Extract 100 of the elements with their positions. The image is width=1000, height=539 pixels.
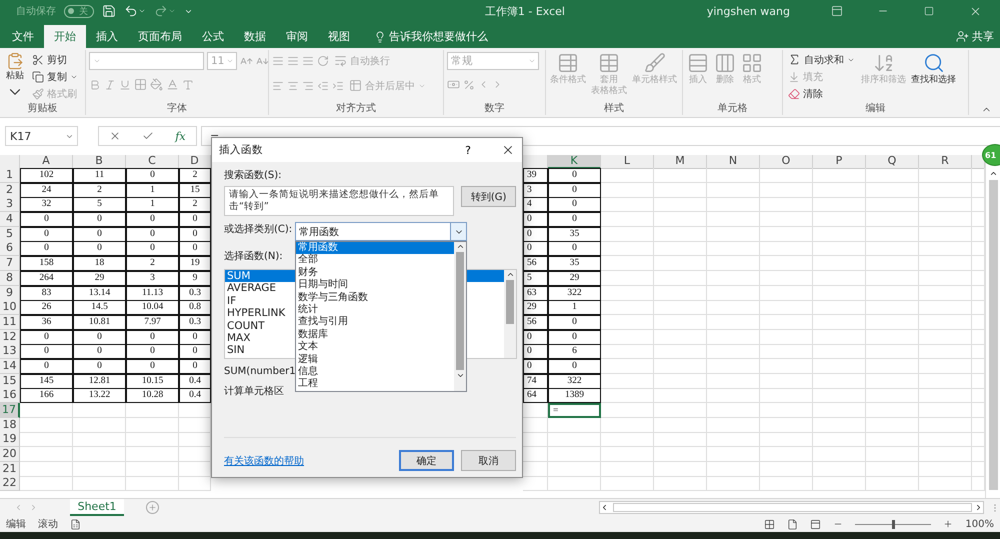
row-number[interactable]: 8 — [0, 270, 20, 286]
column-header[interactable]: N — [707, 155, 760, 169]
sheet-cell — [654, 182, 707, 198]
ribbon-tab[interactable]: 视图 — [318, 25, 360, 48]
ribbon-tab[interactable]: 审阅 — [276, 25, 318, 48]
dropdown-option[interactable]: 信息 — [296, 366, 454, 378]
cancel-button[interactable]: 取消 — [461, 450, 516, 471]
ribbon-tab[interactable]: 页面布局 — [128, 25, 192, 48]
sheet-tab[interactable]: Sheet1 — [70, 499, 124, 516]
ribbon-tab[interactable]: 公式 — [192, 25, 234, 48]
group-label: 对齐方式 — [335, 102, 377, 115]
dropdown-option[interactable]: 统计 — [296, 304, 454, 316]
insert-function-label[interactable]: fx — [175, 130, 186, 142]
ok-button[interactable]: 确定 — [399, 450, 454, 471]
sheet-cell: 5 — [73, 197, 126, 212]
check-icon — [142, 130, 154, 142]
category-select[interactable]: 常用函数 — [295, 222, 468, 241]
row-number[interactable]: 20 — [0, 447, 20, 462]
sheet-cell: 24 — [20, 182, 73, 198]
autosum-button[interactable]: 自动求和 — [786, 52, 857, 67]
row-number[interactable]: 14 — [0, 358, 20, 374]
share-button[interactable]: 共享 — [950, 25, 1000, 48]
list-scrollbar[interactable] — [504, 270, 516, 358]
sheet-cell: 0 — [126, 344, 179, 360]
column-header[interactable]: M — [654, 155, 707, 169]
row-number[interactable]: 4 — [0, 212, 20, 228]
row-number[interactable]: 7 — [0, 256, 20, 272]
undo-button[interactable] — [124, 4, 146, 18]
align-bottom-icon — [302, 54, 314, 66]
go-button[interactable]: 转到(G) — [461, 186, 516, 207]
row-number[interactable]: 22 — [0, 476, 20, 492]
ribbon-tab[interactable]: 数据 — [234, 25, 276, 48]
caret-icon — [138, 7, 146, 15]
paste-button[interactable]: 粘贴 — [3, 52, 27, 101]
sheet-cell — [601, 403, 654, 418]
redo-button[interactable] — [154, 4, 176, 18]
sheet-cell — [548, 462, 601, 477]
dropdown-option[interactable]: 财务 — [296, 266, 454, 280]
row-number[interactable]: 6 — [0, 241, 20, 256]
dropdown-option[interactable]: 查找与引用 — [296, 316, 454, 329]
cut-button[interactable]: 剪切 — [30, 52, 80, 67]
dropdown-option[interactable]: 全部 — [296, 254, 454, 267]
row-number[interactable]: 13 — [0, 344, 20, 360]
row-number[interactable]: 21 — [0, 462, 20, 477]
ribbon-tab[interactable]: 开始 — [44, 25, 86, 48]
name-box[interactable]: K17 — [5, 126, 78, 146]
row-number[interactable]: 5 — [0, 226, 20, 242]
dropdown-option[interactable]: 日期与时间 — [296, 279, 454, 292]
row-number[interactable]: 19 — [0, 432, 20, 448]
row-number[interactable]: 1 — [0, 168, 20, 183]
cancel-icon — [109, 130, 122, 142]
row-number[interactable]: 3 — [0, 197, 20, 212]
row-number[interactable]: 12 — [0, 330, 20, 345]
horizontal-scrollbar[interactable] — [599, 501, 984, 514]
clear-button[interactable]: 清除 — [786, 86, 857, 101]
table-icon — [557, 52, 579, 74]
copy-button[interactable]: 复制 — [30, 69, 80, 84]
font-name-field[interactable] — [89, 52, 204, 70]
dropdown-option[interactable]: 数学与三角函数 — [296, 292, 454, 304]
help-link[interactable]: 有关该函数的帮助 — [224, 454, 392, 468]
row-number[interactable]: 10 — [0, 300, 20, 316]
row-number[interactable]: 2 — [0, 182, 20, 198]
column-header[interactable]: O — [760, 155, 813, 169]
sheet-cell — [601, 344, 654, 360]
column-header[interactable]: R — [919, 155, 972, 169]
row-number[interactable]: 11 — [0, 314, 20, 330]
status-scroll: 滚动 — [38, 518, 58, 531]
sheet-cell — [866, 344, 919, 360]
dropdown-option[interactable]: 工程 — [296, 378, 454, 391]
find-select-button[interactable]: 查找和选择 — [910, 52, 957, 101]
scrollbar-thumb[interactable] — [988, 180, 998, 490]
dropdown-option[interactable]: 文本 — [296, 341, 454, 354]
sheet-cell — [866, 358, 919, 374]
dropdown-option[interactable]: 数据库 — [296, 328, 454, 342]
row-number[interactable]: 18 — [0, 418, 20, 433]
dropdown-option[interactable]: 常用函数 — [296, 242, 454, 254]
column-header[interactable]: L — [601, 155, 654, 169]
column-header[interactable]: P — [813, 155, 866, 169]
group-label: 样式 — [603, 102, 625, 115]
tell-me-search[interactable]: 告诉我你想要做什么 — [368, 25, 494, 48]
add-sheet-button[interactable] — [146, 501, 159, 514]
sheet-cell: 145 — [20, 374, 73, 389]
percent-icon — [463, 78, 475, 90]
save-button[interactable] — [102, 4, 116, 18]
slider-thumb[interactable] — [892, 520, 896, 528]
sheet-cell — [126, 447, 179, 462]
ribbon-tab[interactable]: 文件 — [2, 25, 44, 48]
sheet-cell[interactable]: = — [548, 403, 601, 418]
row-number[interactable]: 15 — [0, 374, 20, 389]
column-header[interactable]: Q — [866, 155, 919, 169]
eraser-icon — [788, 88, 800, 100]
sheet-cell — [919, 256, 972, 272]
row-number[interactable]: 9 — [0, 286, 20, 300]
ribbon-tab[interactable]: 插入 — [86, 25, 128, 48]
row-number[interactable]: 17 — [0, 403, 20, 418]
row-number[interactable]: 16 — [0, 388, 20, 404]
dropdown-scrollbar[interactable] — [454, 242, 466, 391]
search-field[interactable]: 请输入一条简短说明来描述您想做什么，然后单击“转到” — [224, 186, 454, 216]
dropdown-option[interactable]: 逻辑 — [296, 354, 454, 366]
column-header[interactable]: K — [548, 155, 601, 169]
